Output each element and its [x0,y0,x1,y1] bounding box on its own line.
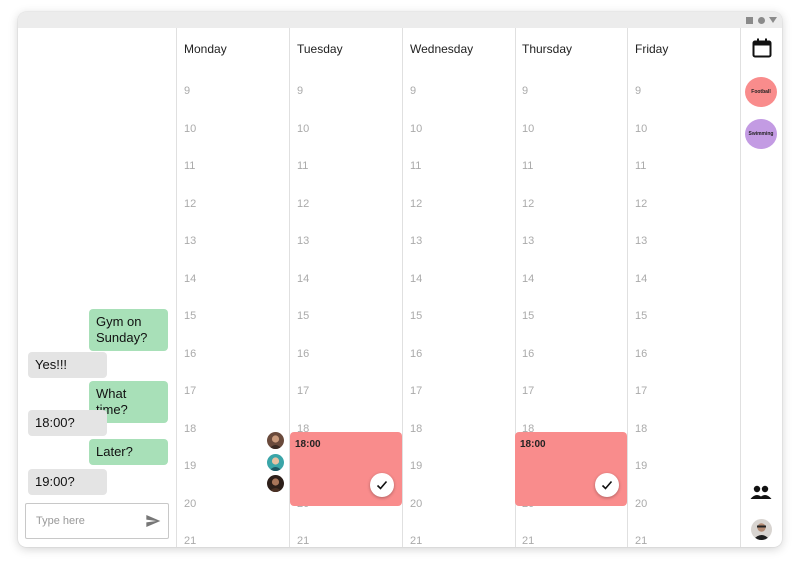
attendee-avatar[interactable] [267,454,284,471]
check-icon [601,480,613,490]
hour-label: 14 [184,272,197,285]
confirm-check-button[interactable] [370,473,394,497]
hour-label: 9 [410,85,417,97]
dropdown-control-icon[interactable] [769,17,777,23]
people-icon[interactable] [750,485,772,499]
day-header: Wednesday [410,42,474,56]
chat-message-sent: Gym on Sunday? [89,309,168,351]
message-input-box [25,503,169,539]
hour-label: 19 [635,460,648,472]
hour-label: 14 [410,272,423,285]
hour-label: 9 [522,85,529,97]
calendar-event[interactable]: 18:00 [290,432,402,506]
day-column-wednesday[interactable]: Wednesday 9 10 11 12 13 14 15 16 17 18 19 20 21 [403,28,516,547]
day-header: Monday [184,42,227,56]
hour-label: 17 [184,385,197,397]
hour-label: 10 [297,122,310,135]
hour-label: 13 [522,235,535,247]
day-column-friday[interactable]: Friday 9 10 11 12 13 14 15 16 17 18 19 20 21 [628,28,741,547]
hour-label: 15 [635,310,648,322]
hour-label: 9 [297,85,304,97]
hour-label: 14 [635,272,648,285]
hour-label: 13 [635,235,648,247]
day-header: Thursday [522,42,573,56]
hour-label: 9 [184,85,191,97]
hour-label: 15 [184,310,197,322]
hour-label: 19 [410,460,423,472]
hour-label: 12 [410,197,423,210]
hour-label: 17 [297,385,310,397]
confirm-check-button[interactable] [595,473,619,497]
send-icon[interactable] [144,513,162,529]
hour-label: 17 [635,385,648,397]
hour-label: 16 [635,347,648,360]
chat-message-received: 19:00? [28,469,107,495]
tag-football[interactable]: Football [745,77,777,107]
hour-label: 16 [297,347,310,360]
day-column-tuesday[interactable]: Tuesday910111213141516171819202118:00 [290,28,403,547]
chat-panel: Gym on Sunday? Yes!!! What time? 18:00? … [18,28,177,547]
hour-label: 19 [184,460,197,472]
hour-label: 16 [522,347,535,360]
hour-label: 10 [635,122,648,135]
maximize-control-icon[interactable] [746,17,753,24]
hour-label: 18 [410,422,423,435]
day-header: Friday [635,42,669,56]
user-avatar[interactable] [751,519,772,540]
hour-label: 12 [522,197,535,210]
hour-label: 20 [635,497,648,510]
hour-label: 21 [297,535,310,547]
right-sidebar: Football Swimming [740,28,782,547]
message-input[interactable] [26,504,136,538]
chat-message-received: Yes!!! [28,352,107,378]
app-window: Gym on Sunday? Yes!!! What time? 18:00? … [18,12,782,547]
hour-label: 21 [635,535,648,547]
hour-label: 11 [297,160,309,172]
day-header: Tuesday [297,42,343,56]
hour-label: 20 [184,497,197,510]
attendee-avatar[interactable] [267,475,284,492]
day-column-thursday[interactable]: Thursday910111213141516171819202118:00 [515,28,628,547]
hour-label: 18 [635,422,648,435]
hour-label: 13 [184,235,197,247]
hour-label: 13 [410,235,423,247]
minimize-control-icon[interactable] [758,17,765,24]
chat-message-received: 18:00? [28,410,107,436]
hour-label: 10 [522,122,535,135]
hour-label: 21 [184,535,197,547]
hour-label: 11 [184,160,196,172]
hour-label: 13 [297,235,310,247]
hour-label: 11 [522,160,534,172]
hour-label: 11 [635,160,647,172]
hour-label: 17 [522,385,535,397]
hour-label: 15 [297,310,310,322]
tag-swimming[interactable]: Swimming [745,119,777,149]
hour-label: 18 [184,422,197,435]
hour-label: 12 [635,197,648,210]
hour-label: 10 [184,122,197,135]
hour-label: 14 [297,272,310,285]
hour-label: 16 [184,347,197,360]
attendee-avatar[interactable] [267,432,284,449]
event-time: 18:00 [295,439,321,450]
hour-label: 15 [410,310,423,322]
title-bar [18,12,782,28]
hour-label: 10 [410,122,423,135]
hour-label: 20 [410,497,423,510]
chat-message-sent: Later? [89,439,168,465]
hour-label: 21 [410,535,423,547]
hour-label: 14 [522,272,535,285]
hour-label: 12 [184,197,197,210]
hour-label: 15 [522,310,535,322]
calendar-event[interactable]: 18:00 [515,432,627,506]
hour-label: 12 [297,197,310,210]
hour-label: 9 [635,85,642,97]
hour-label: 17 [410,385,423,397]
event-time: 18:00 [520,439,546,450]
hour-label: 11 [410,160,422,172]
calendar-icon[interactable] [752,38,772,58]
hour-label: 16 [410,347,423,360]
check-icon [376,480,388,490]
hour-label: 21 [522,535,535,547]
